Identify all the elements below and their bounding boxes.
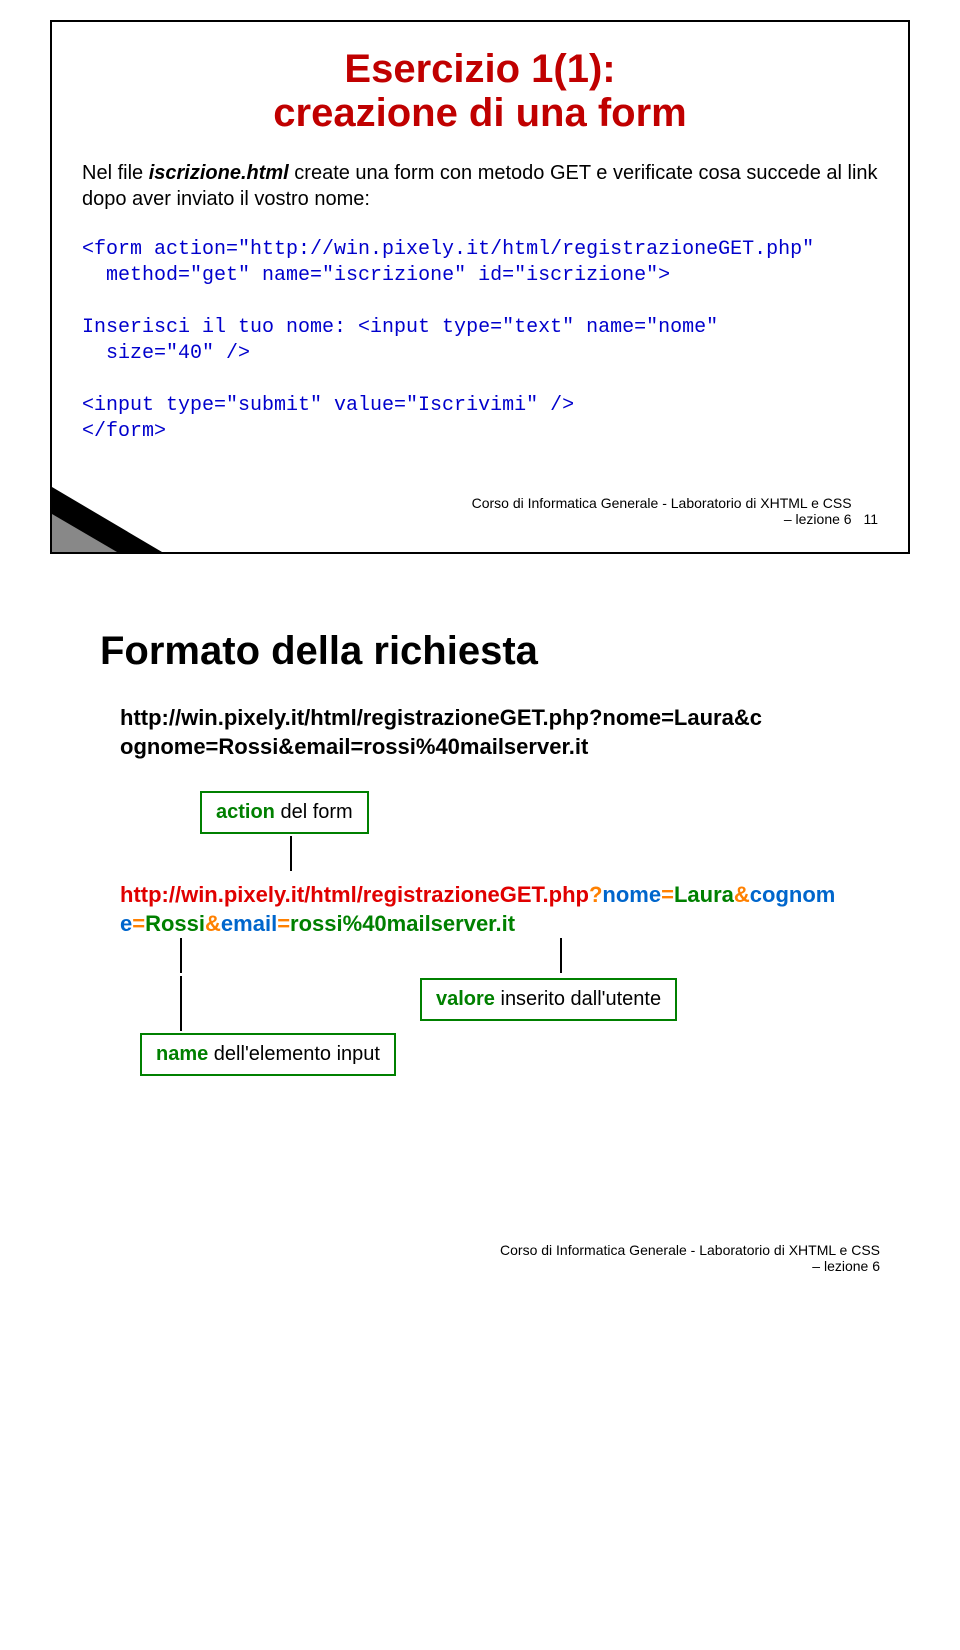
action-box: action del form bbox=[200, 791, 369, 834]
action-box-wrap: action del form bbox=[200, 791, 880, 871]
slide-1-title-line2: creazione di una form bbox=[82, 91, 878, 135]
action-box-kw: action bbox=[216, 801, 275, 823]
code-block: <form action="http://win.pixely.it/html/… bbox=[82, 237, 878, 445]
url-eq1: = bbox=[661, 882, 674, 907]
url-eq2: = bbox=[132, 911, 145, 936]
url-name2b: e bbox=[120, 911, 132, 936]
slide-1-title-block: Esercizio 1(1): creazione di una form bbox=[82, 47, 878, 135]
connector-line-3-icon bbox=[560, 938, 562, 973]
url-eq3: = bbox=[277, 911, 290, 936]
url-action-part: http://win.pixely.it/html/registrazioneG… bbox=[120, 882, 589, 907]
lower-diagram: valore inserito dall'utente name dell'el… bbox=[120, 978, 880, 1118]
body-filename: iscrizione.html bbox=[149, 162, 289, 184]
connector-line-icon bbox=[290, 836, 880, 871]
slide-2-footer: Corso di Informatica Generale - Laborato… bbox=[500, 1242, 880, 1274]
footer-main: Corso di Informatica Generale - Laborato… bbox=[472, 495, 852, 527]
url-qmark: ? bbox=[589, 882, 602, 907]
url-value1: Laura bbox=[674, 882, 734, 907]
slide-1: Esercizio 1(1): creazione di una form Ne… bbox=[50, 20, 910, 554]
value-box: valore inserito dall'utente bbox=[420, 978, 677, 1021]
url-line2: ognome=Rossi&email=rossi%40mailserver.it bbox=[120, 734, 588, 759]
footer2-line1: Corso di Informatica Generale - Laborato… bbox=[500, 1242, 880, 1258]
url-name2a: cognom bbox=[750, 882, 836, 907]
name-box-kw: name bbox=[156, 1043, 208, 1065]
slide-1-body: Nel file iscrizione.html create una form… bbox=[82, 160, 878, 212]
slide-2-title: Formato della richiesta bbox=[100, 629, 880, 674]
name-box: name dell'elemento input bbox=[140, 1033, 396, 1076]
plain-url-block: http://win.pixely.it/html/registrazioneG… bbox=[120, 704, 880, 761]
connector-line-2-icon bbox=[180, 938, 182, 973]
url-line1: http://win.pixely.it/html/registrazioneG… bbox=[120, 705, 762, 730]
url-name1: nome bbox=[602, 882, 661, 907]
page-container: Esercizio 1(1): creazione di una form Ne… bbox=[0, 0, 960, 1374]
footer-line1: Corso di Informatica Generale - Laborato… bbox=[472, 495, 852, 511]
value-box-rest: inserito dall'utente bbox=[495, 988, 661, 1010]
value-box-kw: valore bbox=[436, 988, 495, 1010]
url-amp1: & bbox=[734, 882, 750, 907]
footer2-line2: – lezione 6 bbox=[812, 1258, 880, 1274]
name-box-rest: dell'elemento input bbox=[208, 1043, 380, 1065]
corner-triangle-overlay-icon bbox=[52, 514, 117, 552]
slide-1-title-line1: Esercizio 1(1): bbox=[82, 47, 878, 91]
slide-1-inner: Esercizio 1(1): creazione di una form Ne… bbox=[52, 22, 908, 552]
url-amp2: & bbox=[205, 911, 221, 936]
connector-line-4-icon bbox=[180, 976, 182, 1031]
slide-2-inner: Formato della richiesta http://win.pixel… bbox=[50, 594, 910, 1294]
colored-url-block: http://win.pixely.it/html/registrazioneG… bbox=[120, 881, 880, 938]
url-name3: email bbox=[221, 911, 277, 936]
page-number: 11 bbox=[863, 511, 878, 527]
slide-1-footer: Corso di Informatica Generale - Laborato… bbox=[82, 495, 878, 527]
footer-line2: – lezione 6 bbox=[784, 511, 852, 527]
body-prefix: Nel file bbox=[82, 162, 149, 184]
action-box-rest: del form bbox=[275, 801, 353, 823]
slide-2: Formato della richiesta http://win.pixel… bbox=[50, 594, 910, 1294]
url-value2: Rossi bbox=[145, 911, 205, 936]
url-value3: rossi%40mailserver.it bbox=[290, 911, 515, 936]
